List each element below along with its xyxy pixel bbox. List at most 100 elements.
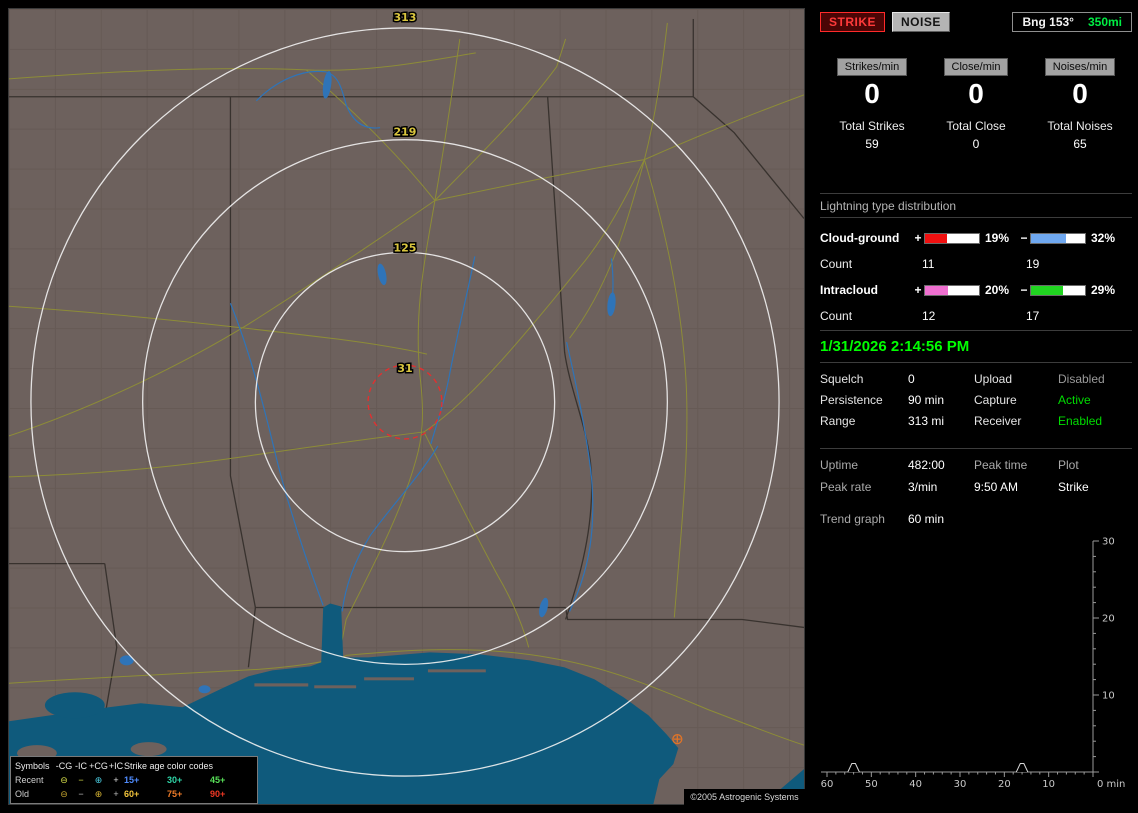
legend-col-ncg: -CG (55, 761, 73, 771)
old-pcg-icon: ⊕ (94, 788, 103, 799)
bearing-value: Bng 153° (1022, 15, 1074, 29)
settings-grid: Squelch 0 Upload Disabled Persistence 90… (820, 372, 1132, 428)
trend-chart: 60 50 40 30 20 10 0 min 30 20 10 (821, 537, 1126, 791)
recent-ncg-icon: ⊖ (60, 774, 68, 785)
peak-time-label: Peak time (974, 458, 1028, 472)
total-noises-value: 65 (1073, 137, 1087, 151)
capture-status: Active (1058, 393, 1091, 407)
map-canvas: 313 219 125 31 (9, 9, 804, 804)
svg-text:30: 30 (954, 779, 967, 790)
lightning-map: 313 219 125 31 (8, 8, 805, 805)
age-75: 75+ (167, 789, 183, 799)
ic-positive-count: 12 (922, 309, 936, 323)
svg-text:40: 40 (909, 779, 922, 790)
mode-toolbar: STRIKE NOISE Bng 153° 350mi (820, 12, 1132, 32)
cg-positive-count: 11 (922, 257, 935, 271)
total-close-value: 0 (972, 137, 980, 151)
age-90: 90+ (210, 789, 226, 799)
status-panel: STRIKE NOISE Bng 153° 350mi Strikes/min … (812, 0, 1138, 812)
cg-positive-bar (924, 232, 980, 244)
noises-counter: Noises/min 0 Total Noises 65 (1028, 58, 1132, 151)
peak-time-value: 9:50 AM (974, 480, 1019, 494)
svg-text:20: 20 (1102, 614, 1115, 625)
copyright-notice: ©2005 Astrogenic Systems (684, 789, 805, 805)
age-30: 30+ (167, 775, 183, 785)
age-60: 60+ (124, 789, 140, 799)
trend-window-value: 60 min (908, 512, 945, 526)
svg-text:50: 50 (865, 779, 878, 790)
legend-recent-row: Recent ⊖ − ⊕ + 15+ 30+ 45+ (15, 773, 253, 787)
strikes-per-min-label: Strikes/min (836, 58, 908, 76)
distribution-title: Lightning type distribution (820, 199, 1132, 218)
cg-negative-bar-fill (1031, 233, 1066, 243)
legend-old-row: Old ⊖ − ⊕ + 60+ 75+ 90+ (15, 787, 253, 801)
ic-negative-bar (1030, 284, 1086, 296)
ring-label-31: 31 (397, 362, 412, 375)
cg-positive-bar-fill (925, 233, 948, 243)
legend-col-pcg: +CG (89, 761, 108, 771)
strike-mode-button[interactable]: STRIKE (820, 12, 886, 32)
upload-status: Disabled (1058, 372, 1105, 386)
ic-count-label: Count (820, 309, 853, 323)
total-strikes-label: Total Strikes (839, 119, 905, 133)
old-ncg-icon: ⊖ (60, 788, 68, 799)
datetime-section: 1/31/2026 2:14:56 PM (820, 330, 1132, 363)
close-per-min-label: Close/min (943, 58, 1009, 76)
svg-text:0 min: 0 min (1097, 779, 1125, 790)
ring-label-125: 125 (394, 241, 417, 254)
total-noises-label: Total Noises (1047, 119, 1113, 133)
recent-pic-icon: + (113, 775, 119, 785)
strikes-counter: Strikes/min 0 Total Strikes 59 (820, 58, 924, 151)
persistence-label: Persistence (820, 393, 883, 407)
old-nic-icon: − (78, 789, 84, 799)
total-close-label: Total Close (946, 119, 1006, 133)
recent-nic-icon: − (78, 775, 84, 785)
age-15: 15+ (124, 775, 140, 785)
noise-mode-button[interactable]: NOISE (892, 12, 950, 32)
legend-header-row: Symbols -CG -IC +CG +IC Strike age color… (15, 759, 253, 773)
uptime-label: Uptime (820, 458, 859, 472)
ic-negative-pct: 29% (1091, 283, 1116, 297)
legend-recent-label: Recent (15, 775, 44, 785)
legend-col-nic: -IC (75, 761, 87, 771)
ic-positive-bar-fill (925, 285, 949, 295)
trend-graph-label: Trend graph (820, 512, 885, 526)
intracloud-count-row: Count 12 17 (820, 303, 1132, 329)
receiver-label: Receiver (974, 414, 1022, 428)
close-per-min-value: 0 (968, 78, 984, 109)
svg-text:20: 20 (998, 779, 1011, 790)
noises-per-min-label: Noises/min (1044, 58, 1116, 76)
range-value: 313 mi (908, 414, 945, 428)
total-strikes-value: 59 (865, 137, 879, 151)
age-45: 45+ (210, 775, 226, 785)
capture-label: Capture (974, 393, 1017, 407)
stats-grid: Uptime 482:00 Peak time Plot Peak rate 3… (820, 448, 1132, 494)
bearing-range-value: 350mi (1087, 15, 1122, 29)
peak-rate-label: Peak rate (820, 480, 872, 494)
persistence-value: 90 min (908, 393, 945, 407)
map-legend: Symbols -CG -IC +CG +IC Strike age color… (10, 756, 258, 804)
strike-symbol-old-pcg (672, 734, 683, 745)
svg-text:30: 30 (1102, 537, 1115, 548)
upload-label: Upload (974, 372, 1013, 386)
cg-negative-pct: 32% (1091, 231, 1116, 245)
receiver-status: Enabled (1058, 414, 1103, 428)
plus-sign: + (914, 231, 922, 245)
range-label: Range (820, 414, 856, 428)
legend-age-header: Strike age color codes (124, 761, 214, 771)
ic-positive-bar (924, 284, 980, 296)
cg-negative-bar (1030, 232, 1086, 244)
uptime-value: 482:00 (908, 458, 945, 472)
minus-sign: − (1020, 231, 1028, 245)
minus-sign: − (1020, 283, 1028, 297)
datetime-display: 1/31/2026 2:14:56 PM (820, 338, 970, 355)
squelch-value: 0 (908, 372, 915, 386)
cloud-ground-count-row: Count 11 19 (820, 251, 1132, 277)
strikes-per-min-value: 0 (864, 78, 880, 109)
plot-label: Plot (1058, 458, 1079, 472)
peak-rate-value: 3/min (908, 480, 938, 494)
svg-text:60: 60 (821, 779, 834, 790)
ic-positive-pct: 20% (985, 283, 1010, 297)
legend-col-pic: +IC (108, 761, 124, 771)
ring-label-219: 219 (394, 126, 417, 139)
